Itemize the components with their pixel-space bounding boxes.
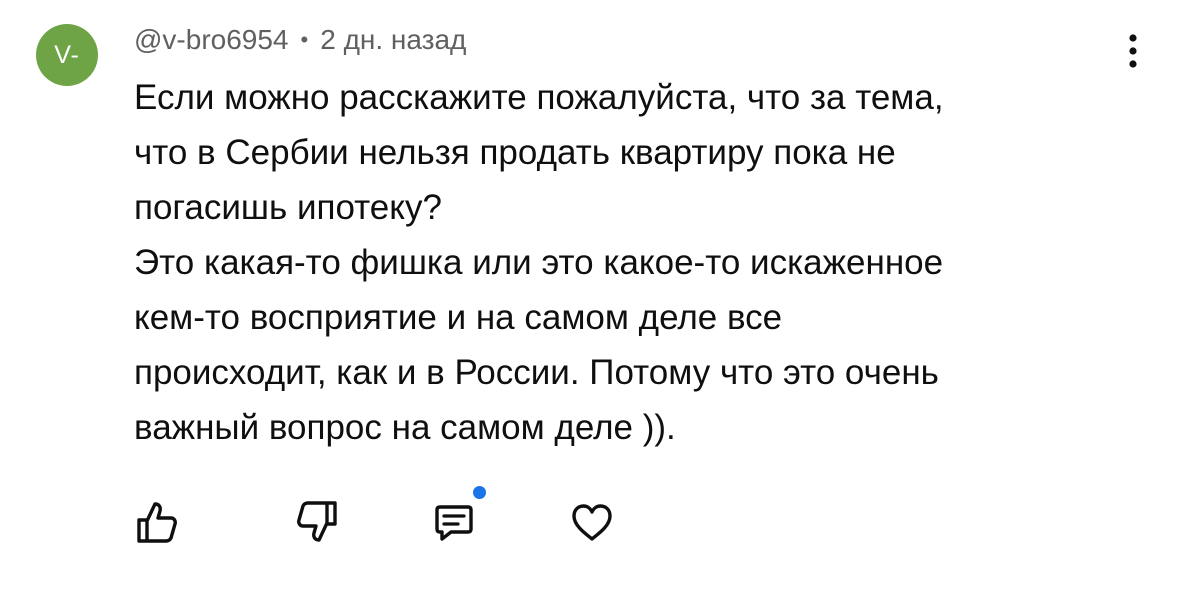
dislike-button[interactable] [290, 490, 346, 554]
comment-line: Это какая-то фишка или это какое-то иска… [134, 243, 944, 282]
avatar-initials: V- [54, 40, 80, 69]
comment-timestamp[interactable]: 2 дн. назад [320, 24, 466, 56]
more-options-button[interactable] [1116, 30, 1150, 72]
author-handle[interactable]: @v-bro6954 [134, 24, 289, 56]
comment: V- @v-bro6954 • 2 дн. назад Если можно р… [0, 0, 1200, 596]
more-vertical-icon [1129, 34, 1137, 68]
reply-button[interactable] [426, 486, 486, 554]
thumbs-down-icon [297, 501, 337, 542]
comment-line: происходит, как и в России. Потому что э… [134, 353, 939, 392]
avatar[interactable]: V- [36, 24, 98, 86]
comment-meta: @v-bro6954 • 2 дн. назад [134, 22, 466, 58]
reply-icon [435, 505, 473, 541]
like-button[interactable] [128, 490, 184, 554]
comment-text: Если можно расскажите пожалуйста, что за… [134, 70, 1104, 455]
thumbs-up-icon [137, 502, 177, 543]
comment-line: Если можно расскажите пожалуйста, что за… [134, 78, 944, 117]
meta-separator: • [300, 27, 309, 52]
comment-line: что в Сербии нельзя продать квартиру пок… [134, 133, 896, 172]
comment-line: погасишь ипотеку? [134, 188, 442, 227]
heart-icon [572, 504, 612, 541]
heart-button[interactable] [564, 490, 620, 554]
notification-dot [473, 486, 486, 499]
comment-line: кем-то восприятие и на самом деле все [134, 298, 783, 337]
comment-line: важный вопрос на самом деле )). [134, 408, 676, 447]
